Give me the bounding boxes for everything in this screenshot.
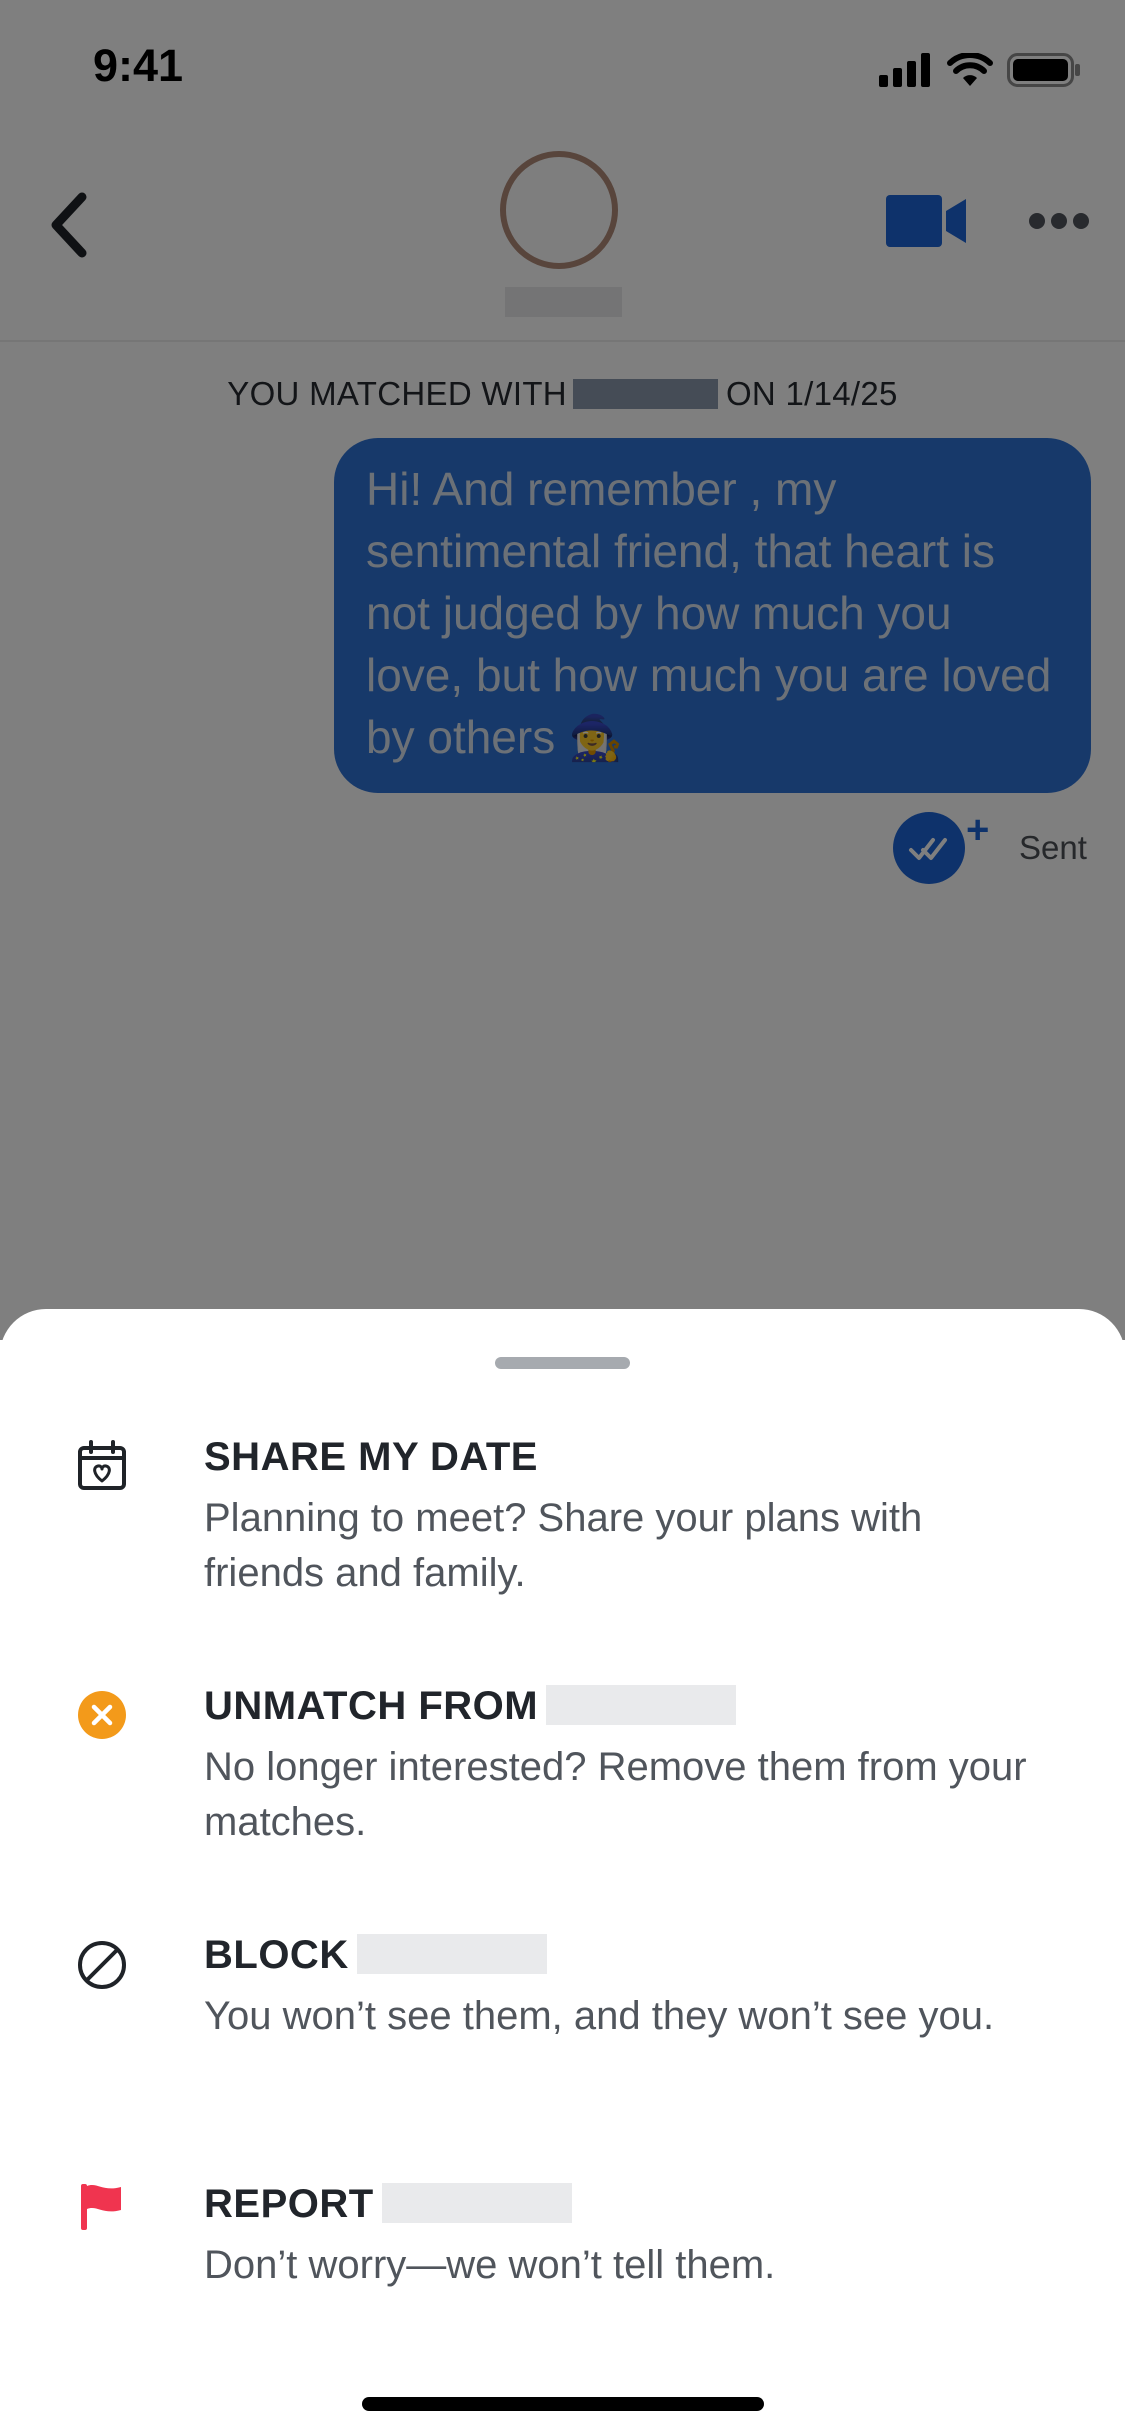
home-indicator[interactable] — [362, 2397, 764, 2411]
report-description: Don’t worry—we won’t tell them. — [204, 2243, 776, 2287]
block-description: You won’t see them, and they won’t see y… — [204, 1994, 995, 2038]
calendar-heart-icon — [78, 1440, 126, 1490]
unmatch-description: No longer interested? Remove them from y… — [204, 1745, 1027, 1844]
unmatch-option[interactable]: UNMATCH FROM No longer interested? Remov… — [0, 1682, 1125, 1882]
report-option[interactable]: REPORT Don’t worry—we won’t tell them. — [0, 2180, 1125, 2380]
unmatch-name-redacted — [546, 1685, 737, 1725]
share-my-date-option[interactable]: SHARE MY DATE Planning to meet? Share yo… — [0, 1433, 1125, 1633]
report-title: REPORT — [204, 2180, 572, 2228]
share-my-date-title: SHARE MY DATE — [204, 1433, 538, 1481]
block-icon — [78, 1941, 126, 1989]
block-option[interactable]: BLOCK You won’t see them, and they won’t… — [0, 1931, 1125, 2131]
report-label: REPORT — [204, 2182, 374, 2226]
action-sheet: SHARE MY DATE Planning to meet? Share yo… — [0, 1309, 1125, 2436]
unmatch-title: UNMATCH FROM — [204, 1682, 737, 1730]
unmatch-x-icon — [78, 1691, 126, 1739]
block-label: BLOCK — [204, 1933, 349, 1977]
unmatch-label: UNMATCH FROM — [204, 1684, 539, 1728]
block-name-redacted — [356, 1934, 547, 1974]
report-name-redacted — [381, 2183, 572, 2223]
screen: 9:41 — [0, 0, 1125, 2436]
block-title: BLOCK — [204, 1931, 547, 1979]
share-my-date-label: SHARE MY DATE — [204, 1435, 538, 1479]
share-my-date-description: Planning to meet? Share your plans with … — [204, 1496, 923, 1595]
sheet-handle[interactable] — [495, 1357, 630, 1369]
flag-icon — [81, 2184, 121, 2230]
dim-overlay[interactable] — [0, 0, 1125, 1340]
